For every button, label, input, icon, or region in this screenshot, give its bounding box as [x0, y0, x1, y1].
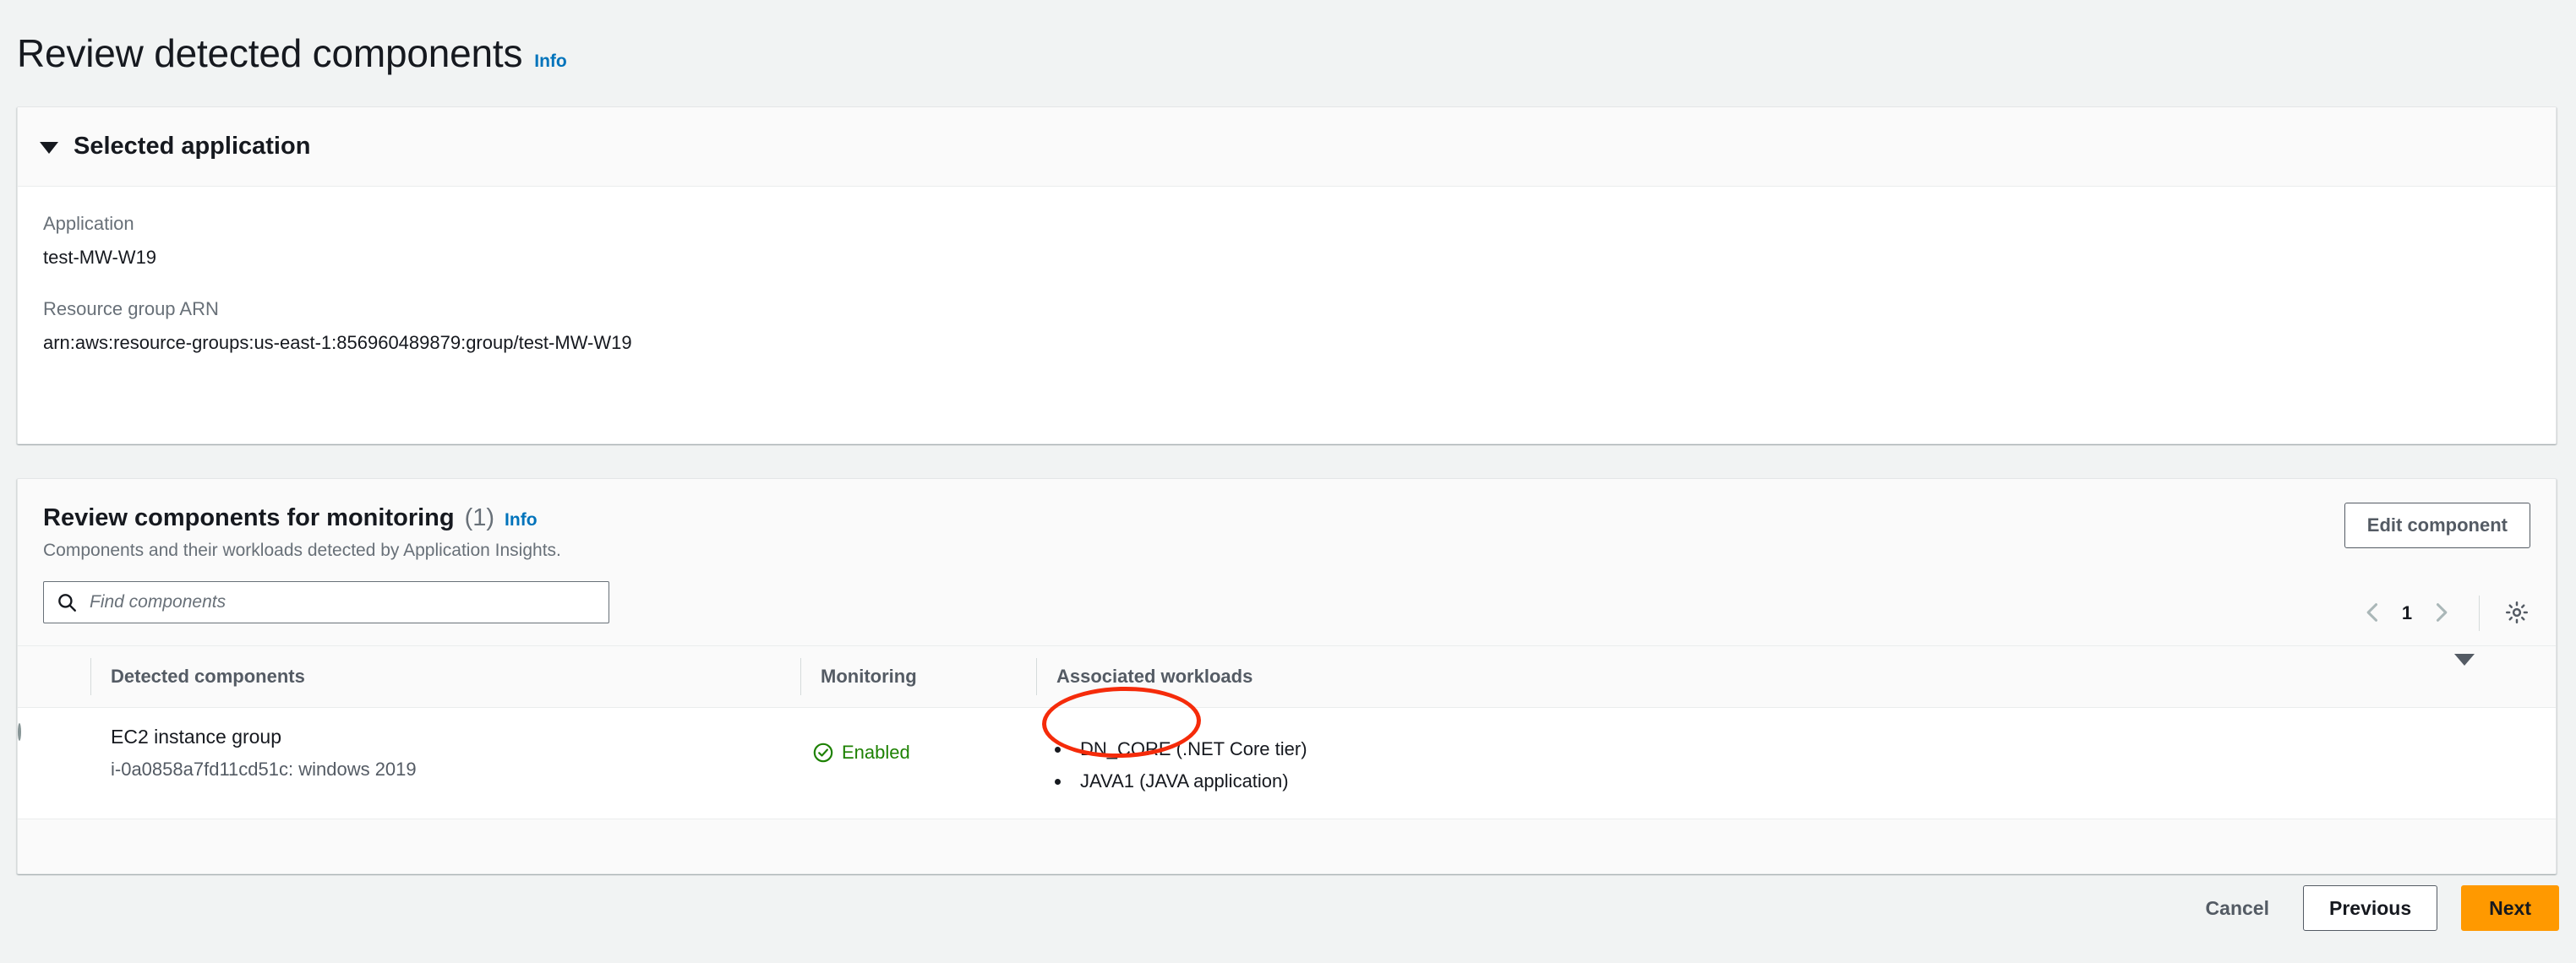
review-components-header: Review components for monitoring (1) Inf… — [18, 479, 2556, 581]
application-value: test-MW-W19 — [43, 246, 157, 268]
table-body: EC2 instance group i-0a0858a7fd11cd51c: … — [18, 707, 2556, 819]
resource-group-arn-label: Resource group ARN — [43, 298, 219, 319]
detected-components-table: Detected components Monitoring Associate… — [18, 645, 2556, 819]
application-label: Application — [43, 213, 134, 234]
list-item: JAVA1 (JAVA application) — [1072, 769, 2556, 794]
toolbar-divider — [2479, 596, 2480, 631]
review-components-subtitle: Components and their workloads detected … — [43, 541, 561, 560]
table-header-row: Detected components Monitoring Associate… — [18, 645, 2556, 708]
next-button[interactable]: Next — [2461, 885, 2559, 931]
selected-application-header: Selected application — [18, 107, 2556, 187]
caret-down-icon — [40, 142, 58, 154]
caret-down-icon — [2454, 654, 2475, 687]
table-header-select — [18, 646, 90, 708]
list-item: DN_CORE (.NET Core tier) — [1072, 737, 2556, 762]
review-components-title-row: Review components for monitoring (1) Inf… — [43, 504, 2530, 532]
row-associated-workloads-cell: DN_CORE (.NET Core tier) JAVA1 (JAVA app… — [1036, 707, 2556, 819]
component-detail: i-0a0858a7fd11cd51c: windows 2019 — [111, 758, 417, 780]
table-header-detected-components[interactable]: Detected components — [90, 646, 800, 708]
workload-list: DN_CORE (.NET Core tier) JAVA1 (JAVA app… — [1036, 737, 2556, 793]
resource-group-arn-field: Resource group ARN arn:aws:resource-grou… — [43, 297, 2530, 354]
search-box[interactable] — [43, 581, 609, 623]
check-circle-icon — [812, 742, 834, 764]
cancel-button[interactable]: Cancel — [2196, 885, 2279, 931]
selected-application-title: Selected application — [74, 133, 311, 160]
table-toolbar: 1 — [18, 581, 2556, 645]
search-input[interactable] — [83, 582, 609, 623]
table-header-sort[interactable] — [2454, 646, 2556, 708]
component-name: EC2 instance group — [111, 726, 282, 748]
table-toolbar-right: 1 — [2354, 581, 2535, 645]
row-detected-component-cell: EC2 instance group i-0a0858a7fd11cd51c: … — [90, 707, 800, 819]
application-field: Application test-MW-W19 — [43, 212, 2530, 269]
pagination-current-page[interactable]: 1 — [2393, 602, 2421, 624]
review-components-info-link[interactable]: Info — [505, 510, 537, 530]
table-header-associated-workloads[interactable]: Associated workloads — [1036, 646, 2454, 708]
row-select-cell — [18, 707, 90, 819]
previous-button[interactable]: Previous — [2302, 885, 2438, 931]
table-head: Detected components Monitoring Associate… — [18, 645, 2556, 708]
review-components-count: (1) — [464, 504, 495, 531]
table-row[interactable]: EC2 instance group i-0a0858a7fd11cd51c: … — [18, 707, 2556, 819]
resource-group-arn-value: arn:aws:resource-groups:us-east-1:856960… — [43, 331, 632, 353]
table-header-associated-workloads-label: Associated workloads — [1056, 666, 1253, 687]
page-info-link[interactable]: Info — [534, 52, 566, 72]
wizard-footer-actions: Cancel Previous Next — [2196, 885, 2559, 931]
table-header-monitoring-label: Monitoring — [821, 666, 917, 687]
row-radio-button[interactable] — [18, 723, 21, 741]
table-settings-button[interactable] — [2498, 595, 2535, 632]
page-header: Review detected components Info — [17, 5, 567, 102]
selected-application-panel: Selected application Application test-MW… — [17, 106, 2557, 444]
row-monitoring-cell: Enabled — [800, 707, 1036, 819]
chevron-right-icon — [2429, 601, 2453, 627]
status-badge: Enabled — [800, 725, 1036, 764]
table-header-detected-components-label: Detected components — [111, 666, 305, 687]
monitoring-status-label: Enabled — [842, 742, 910, 763]
review-components-title: Review components for monitoring — [43, 504, 455, 531]
chevron-left-icon — [2361, 601, 2385, 627]
page-title: Review detected components — [17, 30, 523, 75]
gear-icon — [2504, 600, 2530, 628]
pagination-next-button[interactable] — [2421, 594, 2460, 633]
page-root: Review detected components Info Selected… — [0, 0, 2576, 963]
review-components-panel: Review components for monitoring (1) Inf… — [17, 478, 2557, 874]
selected-application-expand-toggle[interactable]: Selected application — [40, 133, 310, 160]
table-header-monitoring[interactable]: Monitoring — [800, 646, 1036, 708]
search-icon — [56, 591, 78, 613]
edit-component-button[interactable]: Edit component — [2344, 503, 2530, 548]
selected-application-body: Application test-MW-W19 Resource group A… — [18, 187, 2556, 443]
pagination-previous-button[interactable] — [2354, 594, 2393, 633]
